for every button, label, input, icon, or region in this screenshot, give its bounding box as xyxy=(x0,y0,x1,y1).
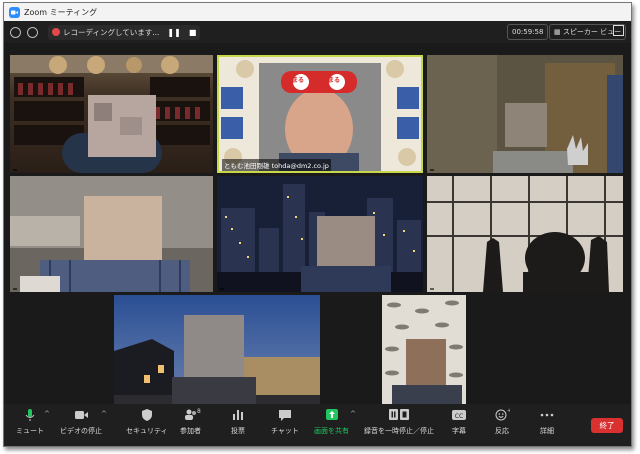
stop-video-label: ビデオの停止 xyxy=(60,427,102,435)
mute-options-chevron-icon[interactable]: ^ xyxy=(44,410,50,418)
zoom-logo-icon xyxy=(9,6,20,18)
recording-indicator: レコーディングしています... ❚❚ ■ xyxy=(48,24,201,40)
night-city-background xyxy=(217,176,423,292)
more-label: 詳細 xyxy=(540,427,554,435)
chat-button[interactable]: チャット xyxy=(271,408,299,436)
video-options-chevron-icon[interactable]: ^ xyxy=(101,410,107,418)
share-screen-icon xyxy=(325,409,338,420)
polls-bar-icon xyxy=(233,410,243,420)
end-meeting-button[interactable]: 終了 xyxy=(591,418,623,433)
room-background xyxy=(427,55,623,173)
mute-button[interactable]: ミュート xyxy=(16,408,44,436)
stop-recording-icon[interactable]: ■ xyxy=(189,28,197,37)
participants-count: 8 xyxy=(197,408,201,415)
video-tile-1[interactable] xyxy=(10,55,213,173)
reactions-button[interactable]: + 反応 xyxy=(494,408,510,436)
svg-text:CC: CC xyxy=(455,413,463,420)
video-tile-6[interactable] xyxy=(427,176,623,292)
recording-text: レコーディングしています... xyxy=(63,27,160,37)
participant-name xyxy=(430,169,434,171)
video-camera-icon xyxy=(75,411,88,419)
collage-background xyxy=(219,57,421,171)
svg-text:+: + xyxy=(507,408,510,414)
meeting-toolbar: ミュート ^ ビデオの停止 ^ セキュリティ 参加者 8 投票 チャット 画面を… xyxy=(4,404,631,446)
glasses-text-right: まる xyxy=(328,77,341,84)
recording-controls-button[interactable]: 録音を一時停止／停止 xyxy=(364,408,434,436)
security-label: セキュリティ xyxy=(126,427,168,435)
meeting-timer: 00:59:58 xyxy=(507,24,549,40)
recording-controls-label: 録音を一時停止／停止 xyxy=(364,427,434,435)
participant-name: ともむ池田剛雄 tohda@dm2.co.jp xyxy=(222,159,331,171)
shield-icon[interactable] xyxy=(27,26,38,38)
info-icon[interactable] xyxy=(10,26,21,38)
smiley-icon: + xyxy=(495,408,510,421)
fullscreen-icon[interactable] xyxy=(613,25,624,36)
title-bar: Zoom ミーティング xyxy=(4,3,631,21)
participant-name xyxy=(13,288,17,290)
chat-label: チャット xyxy=(271,427,299,435)
video-tile-3[interactable] xyxy=(427,55,623,173)
polls-label: 投票 xyxy=(231,427,245,435)
microphone-icon xyxy=(25,409,35,421)
dusk-background xyxy=(114,295,320,412)
view-grid-icon: ▦ xyxy=(554,28,561,36)
cc-icon: CC xyxy=(452,410,466,420)
share-screen-label: 画面を共有 xyxy=(314,427,349,435)
share-options-chevron-icon[interactable]: ^ xyxy=(350,410,356,418)
security-button[interactable]: セキュリティ xyxy=(126,408,168,436)
more-dots-icon xyxy=(540,413,554,417)
captions-label: 字幕 xyxy=(452,427,466,435)
shoji-background xyxy=(427,176,623,292)
video-tile-7[interactable] xyxy=(114,295,320,412)
captions-button[interactable]: CC 字幕 xyxy=(451,408,467,436)
zoom-window: Zoom ミーティング レコーディングしています... ❚❚ ■ 00:59:5… xyxy=(3,2,632,447)
more-button[interactable]: 詳細 xyxy=(539,408,555,436)
participant-name xyxy=(430,288,434,290)
shield-security-icon xyxy=(141,409,152,421)
glasses-text-left: まる xyxy=(292,77,305,84)
mute-label: ミュート xyxy=(16,427,44,435)
wine-shelf-background xyxy=(10,55,213,173)
pause-stop-icon xyxy=(389,409,409,420)
video-tile-4[interactable] xyxy=(10,176,213,292)
polls-button[interactable]: 投票 xyxy=(230,408,246,436)
share-screen-button[interactable]: 画面を共有 xyxy=(314,408,349,436)
participant-name xyxy=(220,288,224,290)
recording-dot-icon xyxy=(52,28,60,36)
video-tile-8[interactable] xyxy=(382,295,466,412)
pause-recording-icon[interactable]: ❚❚ xyxy=(167,28,180,37)
status-bar: レコーディングしています... ❚❚ ■ 00:59:58 ▦ スピーカー ビュ… xyxy=(4,21,631,43)
office-background xyxy=(10,176,213,292)
reactions-label: 反応 xyxy=(495,427,509,435)
video-tile-2-active-speaker[interactable]: まる まる ともむ池田剛雄 tohda@dm2.co.jp xyxy=(217,55,423,173)
video-tile-5[interactable] xyxy=(217,176,423,292)
fish-wallpaper-background xyxy=(382,295,466,412)
participants-label: 参加者 xyxy=(180,427,201,435)
participant-name xyxy=(13,169,17,171)
stop-video-button[interactable]: ビデオの停止 xyxy=(60,408,102,436)
window-title: Zoom ミーティング xyxy=(24,7,98,17)
chat-bubble-icon xyxy=(278,410,291,421)
